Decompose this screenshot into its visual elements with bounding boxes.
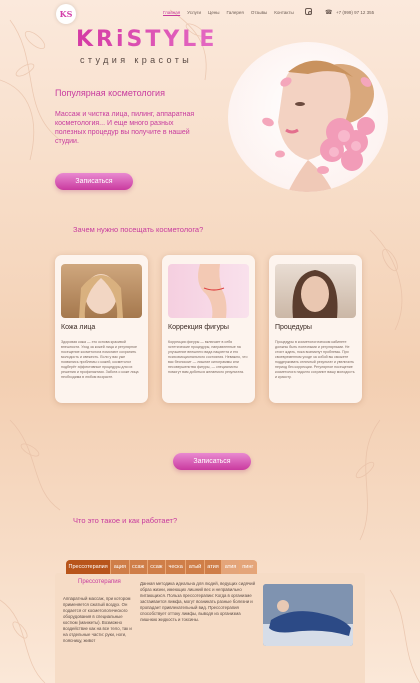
card-image-procedures bbox=[275, 264, 356, 318]
procedure-tabs: Прессотерапия ация ссаж ссаж ческа атый … bbox=[66, 560, 257, 574]
nav-item-contacts[interactable]: Контакты bbox=[274, 10, 293, 15]
nav-item-gallery[interactable]: Галерея bbox=[227, 10, 244, 15]
how-section-title: Что это такое и как работает? bbox=[73, 516, 178, 525]
tab-item[interactable]: атия bbox=[222, 560, 240, 574]
card-title: Процедуры bbox=[275, 324, 312, 331]
nav-item-services[interactable]: Услуги bbox=[187, 10, 201, 15]
service-card[interactable]: Коррекция фигуры Коррекция фигуры — вклю… bbox=[162, 255, 255, 403]
card-text: Здоровая кожа — это основа красивой внеш… bbox=[61, 340, 139, 379]
instagram-icon[interactable] bbox=[305, 8, 312, 15]
card-image-body bbox=[168, 264, 249, 318]
panel-text-right: Данная методика идеальна для людей, веду… bbox=[140, 581, 255, 622]
card-image-face bbox=[61, 264, 142, 318]
tab-item[interactable]: ческа bbox=[166, 560, 187, 574]
tab-item[interactable]: пинг bbox=[239, 560, 257, 574]
brand-tagline: студия красоты bbox=[80, 55, 193, 65]
card-text: Процедуры в косметологическом кабинете д… bbox=[275, 340, 355, 379]
hero-title: Популярная косметология bbox=[55, 88, 165, 98]
nav-item-reviews[interactable]: Отзывы bbox=[251, 10, 267, 15]
tab-item[interactable]: ссаж bbox=[129, 560, 148, 574]
tab-item[interactable]: ация bbox=[111, 560, 130, 574]
hero-book-button[interactable]: Записаться bbox=[55, 173, 133, 190]
brand-logo: KRiSTYLE bbox=[76, 27, 218, 52]
card-title: Кожа лица bbox=[61, 324, 96, 331]
book-button[interactable]: Записаться bbox=[173, 453, 251, 470]
pressotherapy-photo bbox=[263, 584, 353, 646]
service-card[interactable]: Кожа лица Здоровая кожа — это основа кра… bbox=[55, 255, 148, 403]
panel-text-left: Аппаратный массаж, при котором применяет… bbox=[63, 596, 132, 643]
tab-pressotherapy[interactable]: Прессотерапия bbox=[66, 560, 112, 574]
logo-icon[interactable]: KS bbox=[56, 4, 76, 24]
tab-item[interactable]: атый bbox=[186, 560, 205, 574]
nav-item-prices[interactable]: Цены bbox=[208, 10, 220, 15]
main-nav: Главная Услуги Цены Галерея Отзывы Конта… bbox=[163, 10, 294, 15]
phone-icon: ☎ bbox=[325, 10, 333, 16]
card-text: Коррекция фигуры — включает в себя эстет… bbox=[168, 340, 248, 374]
panel-title: Прессотерапия bbox=[78, 579, 121, 585]
service-card[interactable]: Процедуры Процедуры в косметологическом … bbox=[269, 255, 362, 403]
tab-item[interactable]: атия bbox=[204, 560, 223, 574]
tab-item[interactable]: ссаж bbox=[147, 560, 166, 574]
hero-portrait-image bbox=[228, 42, 388, 192]
card-title: Коррекция фигуры bbox=[168, 324, 229, 331]
phone-number[interactable]: +7 (999) 97 12 355 bbox=[336, 10, 374, 15]
nav-item-home[interactable]: Главная bbox=[163, 10, 180, 15]
hero-text: Массаж и чистка лица, пилинг, аппаратная… bbox=[55, 111, 195, 145]
why-section-title: Зачем нужно посещать косметолога? bbox=[73, 225, 204, 234]
